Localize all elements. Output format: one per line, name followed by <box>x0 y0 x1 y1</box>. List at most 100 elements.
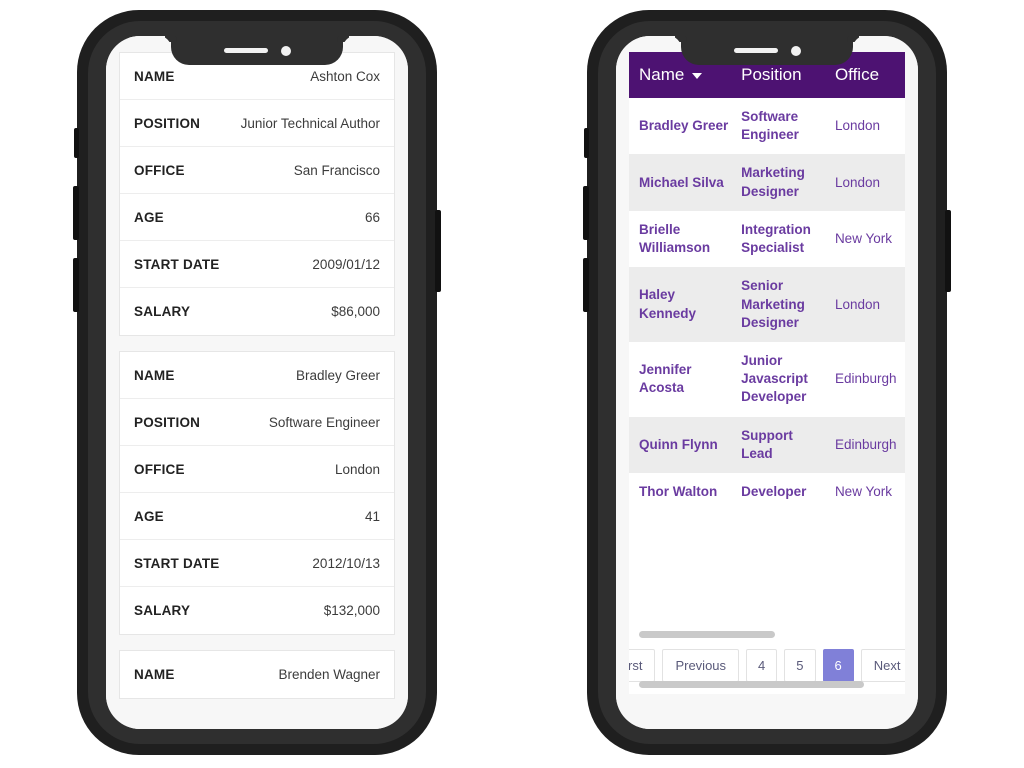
cell-name: Haley Kennedy <box>629 267 732 342</box>
record-card: NAME Bradley Greer POSITION Software Eng… <box>119 351 395 635</box>
column-header-office-label: Office <box>834 65 880 84</box>
cell-office: New York <box>824 210 905 268</box>
field-value: Brenden Wagner <box>278 667 380 682</box>
volume-down-button[interactable] <box>73 258 79 312</box>
field-value: Software Engineer <box>268 414 380 430</box>
field-label: AGE <box>134 209 164 225</box>
front-camera-icon <box>790 45 801 56</box>
volume-down-button[interactable] <box>583 258 589 312</box>
table-row[interactable]: Brielle Williamson Integration Specialis… <box>629 210 905 268</box>
phone-right-notch <box>681 36 853 65</box>
field-label: START DATE <box>134 555 220 571</box>
field-label: AGE <box>134 508 164 524</box>
field-label: START DATE <box>134 256 220 272</box>
table-row[interactable]: Haley Kennedy Senior Marketing Designer … <box>629 267 905 342</box>
cell-position: Support Lead <box>731 416 825 474</box>
phone-right-screen: Name Position Office Bradley Greer Softw… <box>616 36 918 729</box>
field-value: $132,000 <box>323 603 380 618</box>
volume-up-button[interactable] <box>73 186 79 240</box>
card-field-row: POSITION Junior Technical Author <box>120 100 394 147</box>
card-field-row: START DATE 2012/10/13 <box>120 540 394 587</box>
card-field-row: OFFICE San Francisco <box>120 147 394 194</box>
field-label: OFFICE <box>134 461 185 477</box>
phone-left-notch <box>171 36 343 65</box>
field-value: 66 <box>364 209 380 225</box>
field-label: OFFICE <box>134 162 185 178</box>
table-row[interactable]: Jennifer Acosta Junior Javascript Develo… <box>629 341 905 417</box>
card-field-row: START DATE 2009/01/12 <box>120 241 394 288</box>
field-label: POSITION <box>134 414 201 430</box>
cell-position: Senior Marketing Designer <box>731 267 825 342</box>
pagination-previous-button[interactable]: Previous <box>662 649 740 682</box>
cell-office: London <box>824 267 905 342</box>
silent-switch-button[interactable] <box>74 128 79 158</box>
phone-mockups-stage: NAME Ashton Cox POSITION Junior Technica… <box>0 0 1024 768</box>
stacked-cards-scroll-area[interactable]: NAME Ashton Cox POSITION Junior Technica… <box>106 36 408 729</box>
pagination-bar: rst Previous 4 5 6 Next La <box>629 649 905 682</box>
pagination-scrollbar-thumb[interactable] <box>639 681 865 688</box>
phone-left: NAME Ashton Cox POSITION Junior Technica… <box>73 10 441 755</box>
table-row[interactable]: Michael Silva Marketing Designer London <box>629 154 905 211</box>
data-table-wrapper: Name Position Office Bradley Greer Softw… <box>616 36 918 729</box>
cell-position: Junior Javascript Developer <box>731 341 825 417</box>
cell-position: Integration Specialist <box>731 210 825 268</box>
power-button[interactable] <box>945 210 951 292</box>
pagination-first-button[interactable]: rst <box>629 649 656 682</box>
table-scrollbar-thumb[interactable] <box>639 631 775 638</box>
cell-office: London <box>824 98 905 155</box>
table-horizontal-scrollbar[interactable] <box>639 631 895 638</box>
cell-name: Thor Walton <box>629 473 732 512</box>
cell-name: Brielle Williamson <box>629 210 732 268</box>
earpiece-speaker-icon <box>223 48 268 53</box>
card-field-row: NAME Bradley Greer <box>120 352 394 399</box>
cell-office: New York <box>824 473 905 512</box>
field-value: Junior Technical Author <box>240 115 380 131</box>
pagination-page-6-button-active[interactable]: 6 <box>822 649 854 682</box>
pagination-page-5-button[interactable]: 5 <box>784 649 816 682</box>
cell-position: Developer <box>731 473 825 512</box>
pagination-horizontal-scrollbar[interactable] <box>639 681 895 688</box>
phone-left-screen: NAME Ashton Cox POSITION Junior Technica… <box>106 36 408 729</box>
card-field-row: OFFICE London <box>120 446 394 493</box>
column-header-name-label: Name <box>639 65 685 84</box>
card-field-row: AGE 41 <box>120 493 394 540</box>
card-field-row: POSITION Software Engineer <box>120 399 394 446</box>
cell-name: Bradley Greer <box>629 98 732 155</box>
field-label: NAME <box>134 667 175 682</box>
field-label: NAME <box>134 367 175 383</box>
employees-table: Name Position Office Bradley Greer Softw… <box>629 52 905 512</box>
field-value: Ashton Cox <box>310 68 380 84</box>
phone-right: Name Position Office Bradley Greer Softw… <box>583 10 951 755</box>
field-value: 41 <box>364 508 380 524</box>
cell-office: London <box>824 154 905 211</box>
data-table-card: Name Position Office Bradley Greer Softw… <box>629 52 905 694</box>
field-value: San Francisco <box>293 162 380 178</box>
table-row[interactable]: Quinn Flynn Support Lead Edinburgh <box>629 416 905 474</box>
pagination-page-4-button[interactable]: 4 <box>746 649 778 682</box>
field-label: POSITION <box>134 115 201 131</box>
field-value: $86,000 <box>331 304 380 319</box>
sort-caret-down-icon <box>692 72 703 79</box>
record-card: NAME Ashton Cox POSITION Junior Technica… <box>119 52 395 336</box>
power-button[interactable] <box>435 210 441 292</box>
cell-name: Jennifer Acosta <box>629 341 732 417</box>
cell-office: Edinburgh <box>824 416 905 474</box>
cell-name: Quinn Flynn <box>629 416 732 474</box>
pagination-next-button[interactable]: Next <box>860 649 905 682</box>
table-row[interactable]: Bradley Greer Software Engineer London <box>629 98 905 155</box>
record-card-partial: NAME Brenden Wagner <box>119 650 395 699</box>
cell-position: Software Engineer <box>731 98 825 155</box>
front-camera-icon <box>280 45 291 56</box>
cell-name: Michael Silva <box>629 154 732 211</box>
column-header-position-label: Position <box>741 65 802 84</box>
volume-up-button[interactable] <box>583 186 589 240</box>
cell-office: Edinburgh <box>824 341 905 417</box>
card-field-row: NAME Brenden Wagner <box>120 651 394 698</box>
table-body: Bradley Greer Software Engineer London M… <box>629 98 905 512</box>
table-row[interactable]: Thor Walton Developer New York <box>629 473 905 512</box>
card-field-row: SALARY $132,000 <box>120 587 394 634</box>
card-field-row: AGE 66 <box>120 194 394 241</box>
field-label: NAME <box>134 68 175 84</box>
silent-switch-button[interactable] <box>584 128 589 158</box>
earpiece-speaker-icon <box>733 48 778 53</box>
